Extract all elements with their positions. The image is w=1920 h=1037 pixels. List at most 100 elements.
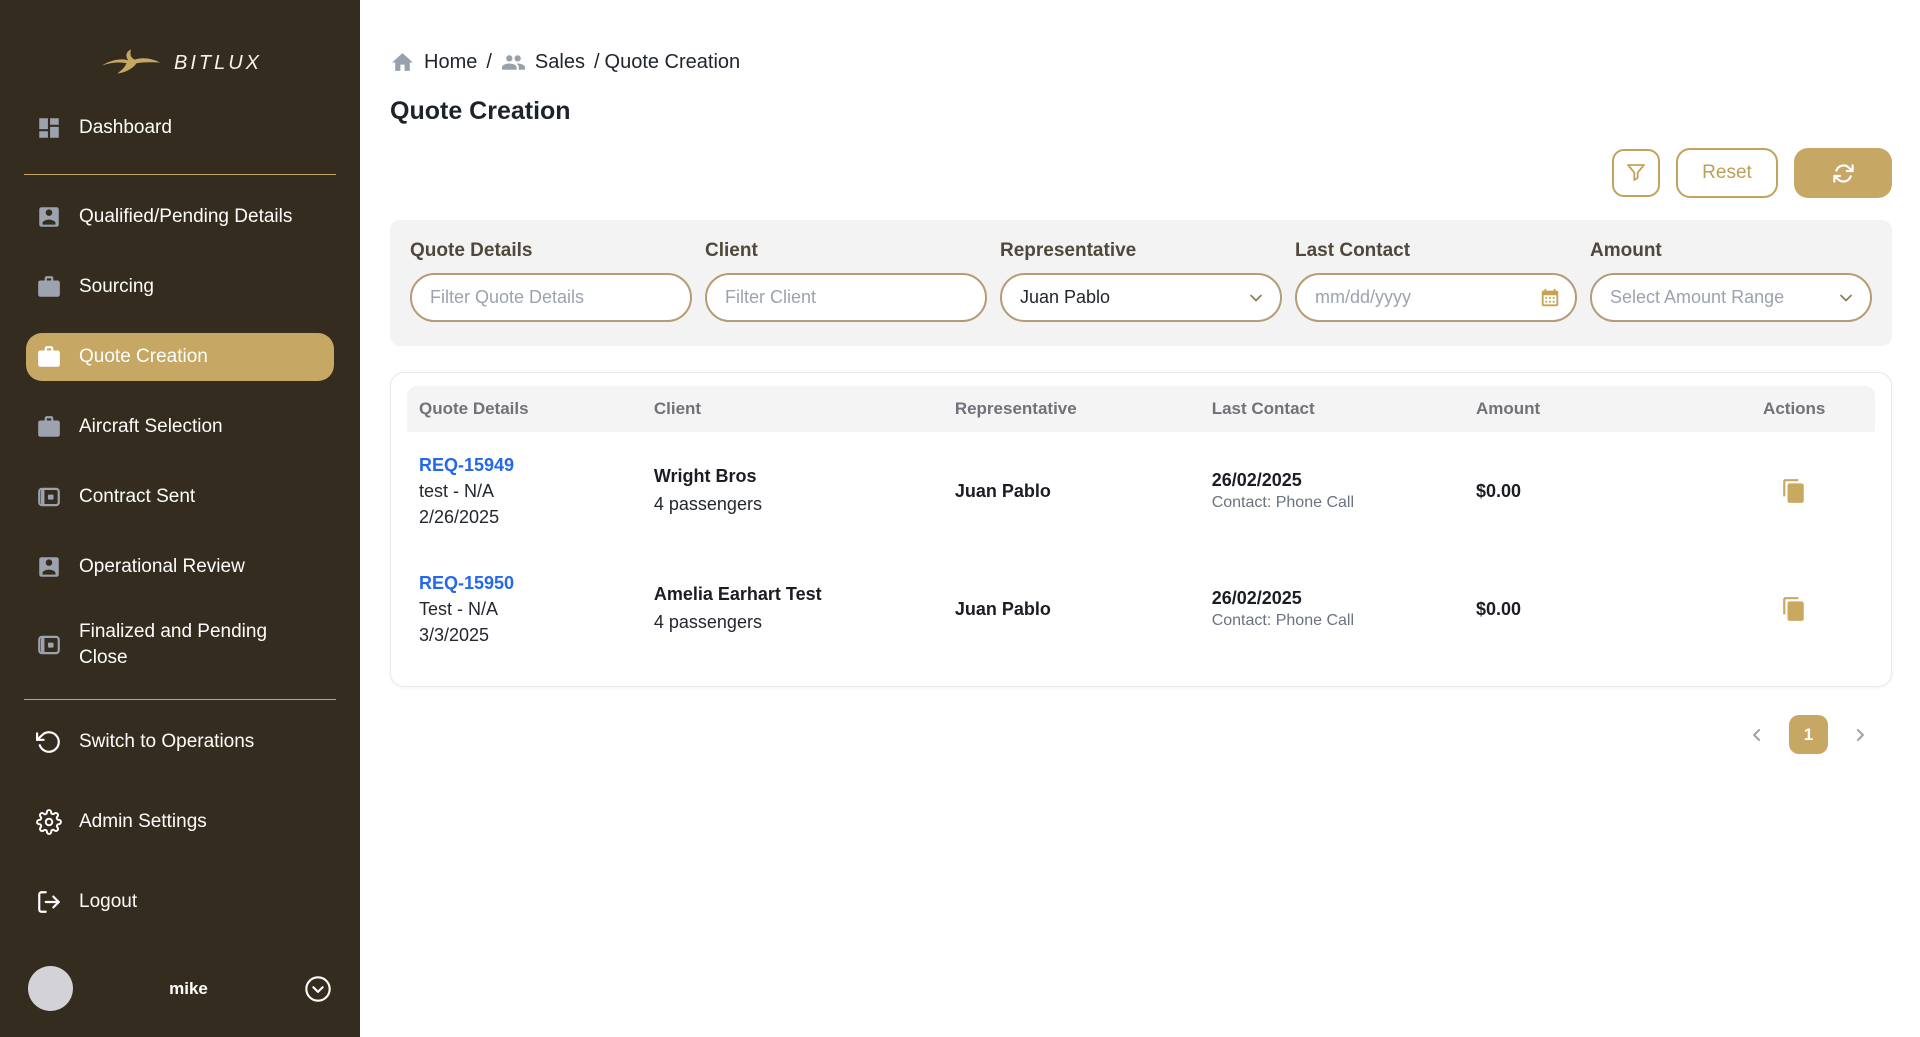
filter-client: Client <box>705 240 987 322</box>
filter-label: Last Contact <box>1295 240 1577 262</box>
chevron-down-circle-icon[interactable] <box>304 975 332 1003</box>
client-name: Amelia Earhart Test <box>654 584 931 605</box>
cell-actions <box>1713 478 1874 504</box>
sidebar-user-footer: mike <box>0 948 360 1037</box>
rotate-ccw-icon <box>36 729 62 755</box>
pagination: 1 <box>390 715 1892 754</box>
funnel-icon <box>1624 161 1648 185</box>
copy-icon <box>1781 478 1807 504</box>
reset-button[interactable]: Reset <box>1676 148 1778 198</box>
username: mike <box>73 979 304 999</box>
amount-value: $0.00 <box>1476 481 1702 502</box>
cell-client: Amelia Earhart Test 4 passengers <box>642 584 943 635</box>
representative-selected-value: Juan Pablo <box>1020 287 1110 308</box>
calendar-button[interactable] <box>1539 287 1561 309</box>
quote-description: test - N/A <box>419 478 630 504</box>
sidebar-item-logout[interactable]: Logout <box>26 878 334 926</box>
filter-representative: Representative Juan Pablo <box>1000 240 1282 322</box>
calendar-icon <box>1539 287 1561 309</box>
breadcrumb-current: Quote Creation <box>605 51 741 74</box>
filter-button[interactable] <box>1612 149 1660 197</box>
chevron-down-icon <box>1246 288 1266 308</box>
sidebar-item-qualified-pending-details[interactable]: Qualified/Pending Details <box>26 193 334 241</box>
sidebar-item-dashboard[interactable]: Dashboard <box>26 104 334 152</box>
sidebar-item-label: Aircraft Selection <box>79 414 223 440</box>
sidebar-nav: Dashboard Qualified/Pending Details Sour… <box>0 82 360 948</box>
sidebar-item-label: Operational Review <box>79 554 245 580</box>
duplicate-quote-button[interactable] <box>1781 596 1807 622</box>
amount-select[interactable]: Select Amount Range <box>1590 273 1872 322</box>
quote-details-input[interactable] <box>430 287 672 308</box>
last-contact-date: 26/02/2025 <box>1212 588 1452 609</box>
quote-id-link[interactable]: REQ-15950 <box>419 570 514 596</box>
people-icon <box>501 50 526 75</box>
sidebar-item-finalized-pending-close[interactable]: Finalized and Pending Close <box>26 613 334 677</box>
briefcase-icon <box>36 344 62 370</box>
sidebar-item-quote-creation[interactable]: Quote Creation <box>26 333 334 381</box>
representative-select[interactable]: Juan Pablo <box>1000 273 1282 322</box>
representative-name: Juan Pablo <box>955 599 1188 620</box>
page-title: Quote Creation <box>390 97 1892 126</box>
cell-actions <box>1713 596 1874 622</box>
quote-id-link[interactable]: REQ-15949 <box>419 452 514 478</box>
person-card-icon <box>36 204 62 230</box>
date-placeholder: mm/dd/yyyy <box>1315 287 1411 308</box>
breadcrumb-sales[interactable]: Sales <box>535 51 585 74</box>
quote-details-filter-input[interactable] <box>410 273 692 322</box>
client-filter-input[interactable] <box>705 273 987 322</box>
person-card-icon <box>36 554 62 580</box>
last-contact-date-input[interactable]: mm/dd/yyyy <box>1295 273 1577 322</box>
previous-page-icon[interactable] <box>1747 725 1767 745</box>
filter-label: Quote Details <box>410 240 692 262</box>
refresh-button[interactable] <box>1794 148 1892 198</box>
client-input[interactable] <box>725 287 967 308</box>
sidebar-item-label: Quote Creation <box>79 344 208 370</box>
page-number-button[interactable]: 1 <box>1789 715 1828 754</box>
filter-last-contact: Last Contact mm/dd/yyyy <box>1295 240 1577 322</box>
breadcrumb-home[interactable]: Home <box>424 51 477 74</box>
refresh-icon <box>1832 162 1855 185</box>
sidebar-item-label: Switch to Operations <box>79 729 254 755</box>
sidebar-item-admin-settings[interactable]: Admin Settings <box>26 798 334 846</box>
client-passengers: 4 passengers <box>654 491 931 517</box>
brand-name: BITLUX <box>174 52 262 75</box>
main-content: Home / Sales / Quote Creation Quote Crea… <box>360 0 1920 1037</box>
breadcrumb: Home / Sales / Quote Creation <box>390 50 1892 75</box>
quotes-table: Quote Details Client Representative Last… <box>390 372 1892 687</box>
sidebar-item-sourcing[interactable]: Sourcing <box>26 263 334 311</box>
column-header-last-contact: Last Contact <box>1200 399 1464 419</box>
sidebar-divider <box>24 699 336 700</box>
last-contact-method: Contact: Phone Call <box>1212 612 1452 630</box>
table-row: REQ-15949 test - N/A 2/26/2025 Wright Br… <box>407 432 1875 550</box>
briefcase-icon <box>36 274 62 300</box>
column-header-client: Client <box>642 399 943 419</box>
sidebar-item-operational-review[interactable]: Operational Review <box>26 543 334 591</box>
sidebar-item-label: Sourcing <box>79 274 154 300</box>
cell-amount: $0.00 <box>1464 599 1714 620</box>
app-root: BITLUX Dashboard Qualified/Pending Detai… <box>0 0 1920 1037</box>
sidebar: BITLUX Dashboard Qualified/Pending Detai… <box>0 0 360 1037</box>
sidebar-item-label: Qualified/Pending Details <box>79 204 292 230</box>
table-row: REQ-15950 Test - N/A 3/3/2025 Amelia Ear… <box>407 550 1875 668</box>
amount-value: $0.00 <box>1476 599 1702 620</box>
next-page-icon[interactable] <box>1850 725 1870 745</box>
breadcrumb-separator: / <box>594 51 600 74</box>
quote-description: Test - N/A <box>419 596 630 622</box>
cell-client: Wright Bros 4 passengers <box>642 466 943 517</box>
sidebar-item-switch-to-operations[interactable]: Switch to Operations <box>26 718 334 766</box>
last-contact-method: Contact: Phone Call <box>1212 494 1452 512</box>
filter-label: Amount <box>1590 240 1872 262</box>
duplicate-quote-button[interactable] <box>1781 478 1807 504</box>
sidebar-item-contract-sent[interactable]: Contract Sent <box>26 473 334 521</box>
cell-quote-details: REQ-15949 test - N/A 2/26/2025 <box>407 452 642 530</box>
card-icon <box>36 484 62 510</box>
sidebar-item-aircraft-selection[interactable]: Aircraft Selection <box>26 403 334 451</box>
filter-label: Representative <box>1000 240 1282 262</box>
filter-quote-details: Quote Details <box>410 240 692 322</box>
column-header-quote-details: Quote Details <box>407 399 642 419</box>
chevron-down-icon <box>1836 288 1856 308</box>
gear-icon <box>36 809 62 835</box>
column-header-representative: Representative <box>943 399 1200 419</box>
dashboard-icon <box>36 115 62 141</box>
brand-logo: BITLUX <box>0 0 360 82</box>
